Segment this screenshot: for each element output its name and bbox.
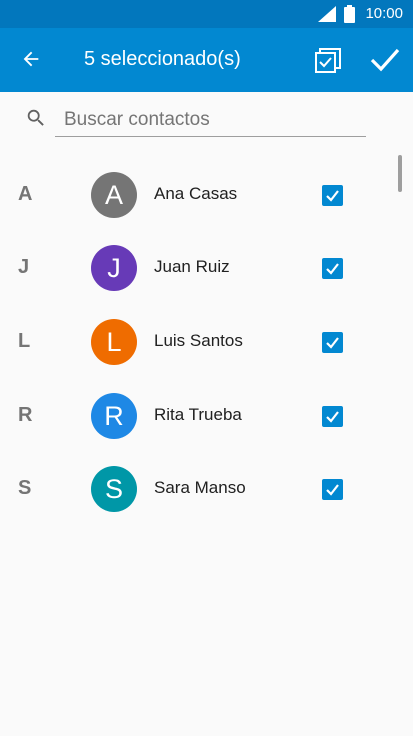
search-input[interactable] <box>55 104 366 137</box>
status-time: 10:00 <box>365 5 403 22</box>
contact-checkbox[interactable] <box>322 332 343 353</box>
list-item[interactable]: J J Juan Ruiz <box>0 231 413 305</box>
contact-name: Luis Santos <box>154 331 243 350</box>
select-all-icon[interactable] <box>314 47 342 80</box>
back-arrow-icon[interactable] <box>20 48 42 75</box>
section-letter: R <box>18 404 33 426</box>
signal-icon <box>318 6 336 27</box>
contact-name: Sara Manso <box>154 478 246 497</box>
list-item[interactable]: L L Luis Santos <box>0 305 413 379</box>
checkmark-icon[interactable] <box>370 47 400 78</box>
avatar: J <box>91 245 137 291</box>
contact-checkbox[interactable] <box>322 185 343 206</box>
selection-count-title: 5 seleccionado(s) <box>84 48 241 70</box>
contact-checkbox[interactable] <box>322 479 343 500</box>
app-bar: 5 seleccionado(s) <box>0 28 413 92</box>
battery-icon <box>344 5 355 28</box>
avatar: L <box>91 319 137 365</box>
avatar: S <box>91 466 137 512</box>
list-item[interactable]: S S Sara Manso <box>0 452 413 526</box>
contact-checkbox[interactable] <box>322 406 343 427</box>
contact-name: Rita Trueba <box>154 405 242 424</box>
contact-name: Ana Casas <box>154 184 238 203</box>
list-item[interactable]: A A Ana Casas <box>0 158 413 232</box>
avatar: R <box>91 393 137 439</box>
status-bar: 10:00 <box>0 0 413 28</box>
section-letter: L <box>18 330 31 352</box>
section-letter: S <box>18 477 32 499</box>
search-bar <box>0 92 413 142</box>
section-letter: J <box>18 256 30 278</box>
search-icon <box>25 107 47 134</box>
contact-name: Juan Ruiz <box>154 257 230 276</box>
contact-checkbox[interactable] <box>322 258 343 279</box>
section-letter: A <box>18 183 33 205</box>
list-item[interactable]: R R Rita Trueba <box>0 379 413 453</box>
avatar: A <box>91 172 137 218</box>
